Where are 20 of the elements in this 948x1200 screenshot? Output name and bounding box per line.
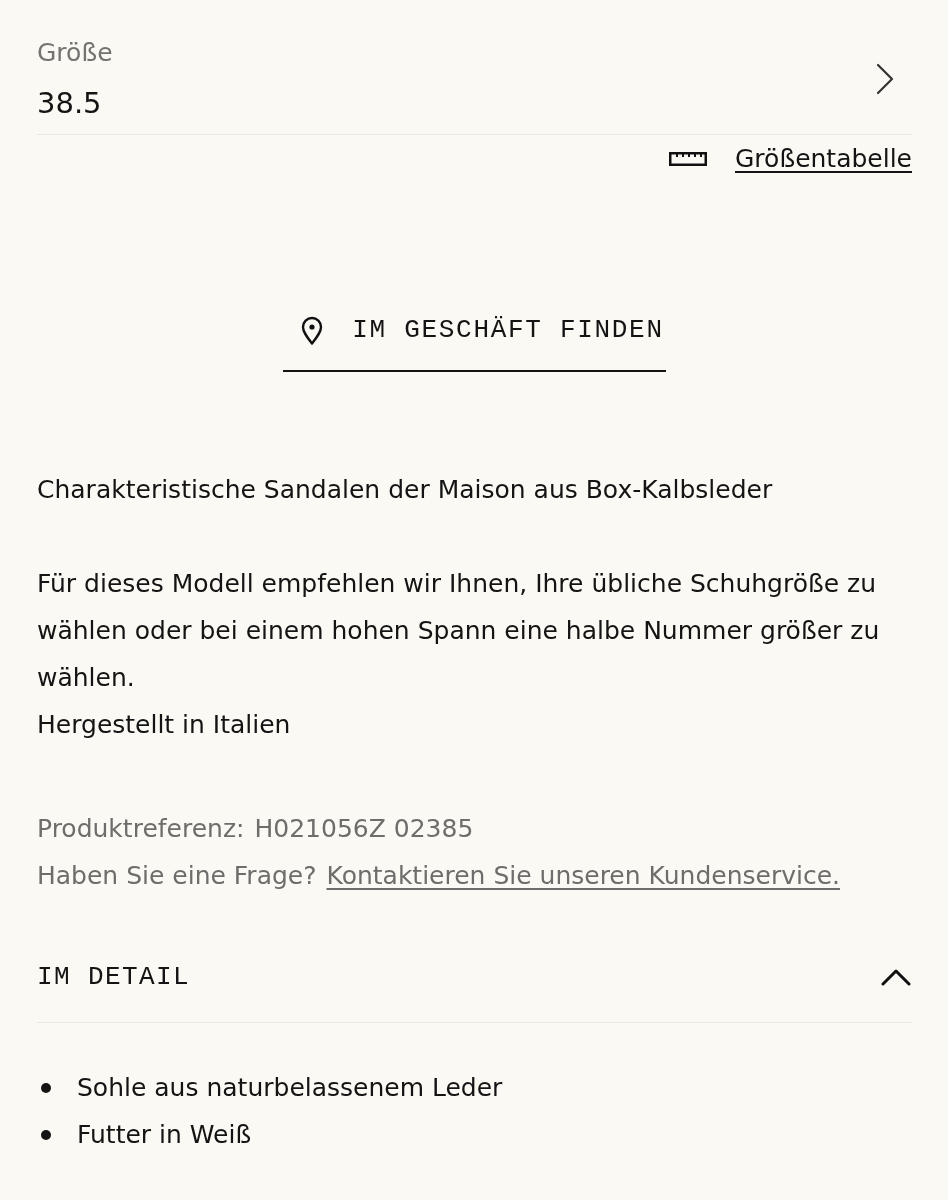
detail-text: Sohle aus naturbelassenem Leder [77, 1072, 503, 1104]
chevron-right-icon[interactable] [876, 63, 894, 95]
description-text: Charakteristische Sandalen der Maison aus Box-Kalbsleder [37, 474, 774, 506]
customer-service-link[interactable]: Kontaktieren Sie unseren Kundenservice. [326, 852, 840, 899]
location-pin-icon [301, 315, 324, 345]
description-text: Für dieses Modell empfehlen wir Ihnen, Ihre übliche Schuhgröße zu wählen oder bei einem hohen Spann eine halbe Nummer größer zu wählen. [37, 568, 881, 694]
size-chart-link[interactable]: Größentabelle [735, 143, 912, 175]
bullet-icon [41, 1082, 51, 1093]
ruler-icon [669, 152, 707, 166]
reference-label: Produktreferenz: [37, 813, 245, 845]
bullet-icon [41, 1129, 51, 1140]
chevron-up-icon[interactable] [881, 968, 911, 986]
find-in-store-button[interactable]: IM GESCHÄFT FINDEN [283, 314, 666, 372]
description-text: Hergestellt in Italien [37, 709, 292, 741]
details-heading[interactable]: IM DETAIL [37, 961, 191, 993]
question-text: Haben Sie eine Frage? [37, 860, 317, 892]
detail-text: Futter in Weiß [77, 1119, 252, 1151]
size-label: Größe [37, 37, 113, 69]
size-value: 38.5 [37, 85, 103, 121]
reference-number: H021056Z 02385 [254, 813, 474, 845]
